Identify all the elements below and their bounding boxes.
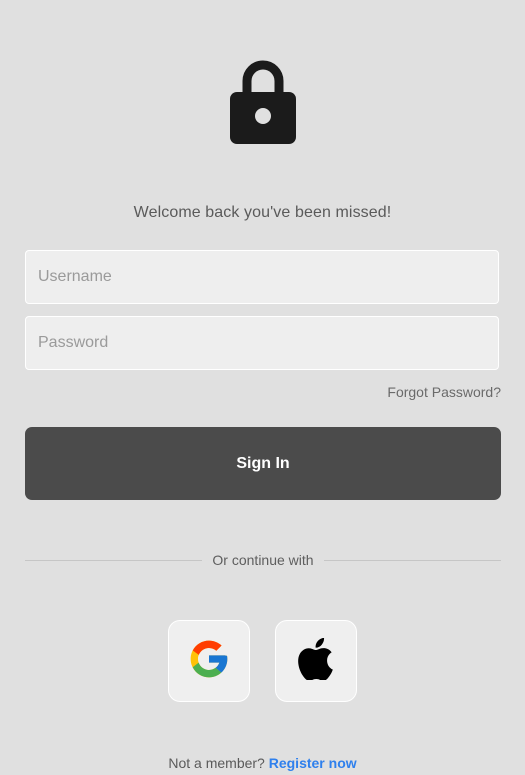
lock-icon (229, 57, 297, 145)
divider: Or continue with (25, 550, 502, 570)
welcome-text: Welcome back you've been missed! (133, 204, 392, 221)
divider-line-left (25, 559, 203, 561)
apple-icon (298, 637, 334, 685)
divider-text: Or continue with (212, 552, 314, 568)
forgot-password-link[interactable]: Forgot Password? (387, 384, 501, 400)
google-icon (187, 637, 231, 686)
username-field[interactable] (25, 250, 499, 304)
password-field[interactable] (25, 316, 499, 370)
username-input[interactable] (26, 251, 498, 303)
register-now-link[interactable]: Register now (269, 755, 357, 771)
password-input[interactable] (26, 317, 498, 369)
apple-sign-in-button[interactable] (275, 620, 357, 702)
google-sign-in-button[interactable] (168, 620, 250, 702)
sign-in-button[interactable]: Sign In (25, 427, 501, 500)
register-prompt-text: Not a member? (168, 755, 265, 771)
divider-line-right (323, 559, 502, 561)
register-prompt: Not a member? Register now (0, 755, 525, 771)
